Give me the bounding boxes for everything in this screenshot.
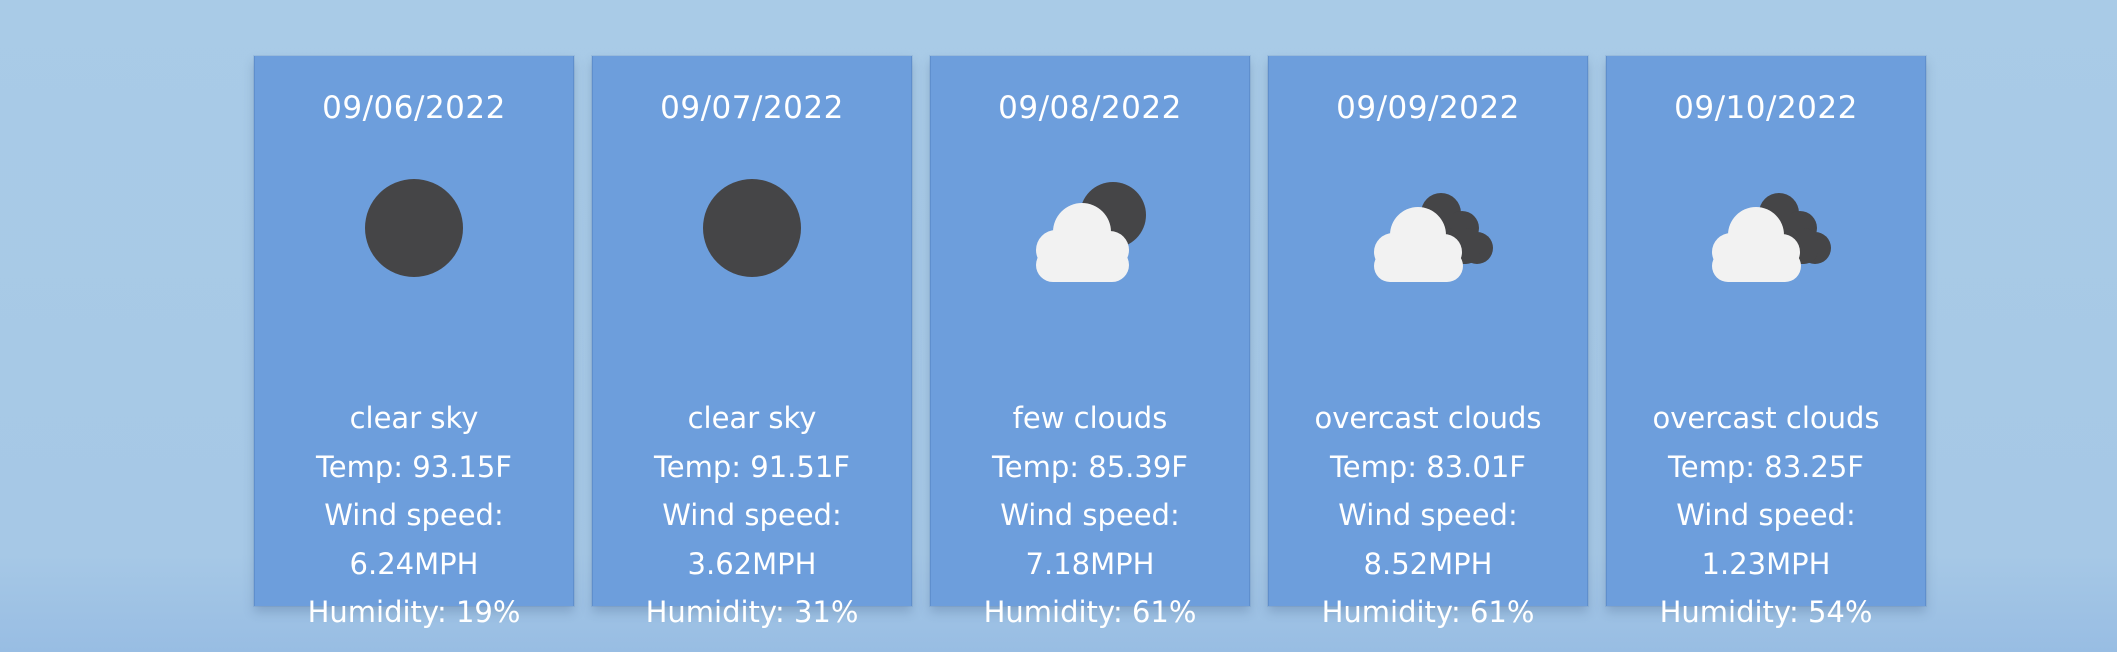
forecast-details: overcast clouds Temp: 83.25F Wind speed:… [1607,394,1925,637]
weather-description: clear sky [687,401,817,435]
humidity-text: Humidity: 31% [645,595,859,629]
wind-speed-label: Wind speed: [1676,498,1856,532]
weather-description: clear sky [349,401,479,435]
temperature-text: Temp: 83.01F [1330,449,1526,484]
temperature-text: Temp: 83.25F [1668,449,1864,484]
wind-speed-value: 1.23MPH [1701,546,1831,581]
moon-icon [703,179,801,277]
humidity-text: Humidity: 54% [1659,595,1873,629]
wind-speed-value: 3.62MPH [687,546,817,581]
few-clouds-night-icon [1036,182,1146,282]
humidity-text: Humidity: 19% [307,595,521,629]
overcast-clouds-icon [1712,193,1831,282]
wind-speed-label: Wind speed: [324,498,504,532]
wind-speed-label: Wind speed: [662,498,842,532]
wind-speed-label: Wind speed: [1338,498,1518,532]
temperature-text: Temp: 85.39F [992,449,1188,484]
wind-speed-value: 6.24MPH [349,546,479,581]
wind-speed-value: 8.52MPH [1363,546,1493,581]
overcast-clouds-icon [1374,193,1493,282]
temperature-text: Temp: 91.51F [654,449,850,484]
forecast-card-day-5: 09/10/2022 overcast clouds Temp: 83.25F … [1606,56,1926,629]
humidity-text: Humidity: 61% [983,595,1197,629]
forecast-details: clear sky Temp: 93.15F Wind speed: 6.24M… [255,394,573,637]
forecast-details: few clouds Temp: 85.39F Wind speed: 7.18… [931,394,1249,637]
forecast-card-day-2: 09/07/2022 clear sky Temp: 91.51F Wind s… [592,56,912,629]
forecast-card-day-4: 09/09/2022 overcast clouds Temp: 83.01F … [1268,56,1588,629]
weather-description: few clouds [1012,401,1168,435]
forecast-row: 09/06/2022 clear sky Temp: 93.15F Wind s… [254,56,1926,629]
forecast-card-day-3: 09/08/2022 few clouds Temp: 85.39F Wind … [930,56,1250,629]
forecast-date: 09/10/2022 [1674,90,1858,126]
forecast-details: clear sky Temp: 91.51F Wind speed: 3.62M… [593,394,911,637]
forecast-date: 09/09/2022 [1336,90,1520,126]
weather-description: overcast clouds [1652,401,1880,435]
forecast-card-day-1: 09/06/2022 clear sky Temp: 93.15F Wind s… [254,56,574,629]
forecast-date: 09/06/2022 [322,90,506,126]
forecast-date: 09/08/2022 [998,90,1182,126]
wind-speed-value: 7.18MPH [1025,546,1155,581]
temperature-text: Temp: 93.15F [316,449,512,484]
weather-description: overcast clouds [1314,401,1542,435]
humidity-text: Humidity: 61% [1321,595,1535,629]
wind-speed-label: Wind speed: [1000,498,1180,532]
forecast-details: overcast clouds Temp: 83.01F Wind speed:… [1269,394,1587,637]
moon-icon [365,179,463,277]
forecast-date: 09/07/2022 [660,90,844,126]
